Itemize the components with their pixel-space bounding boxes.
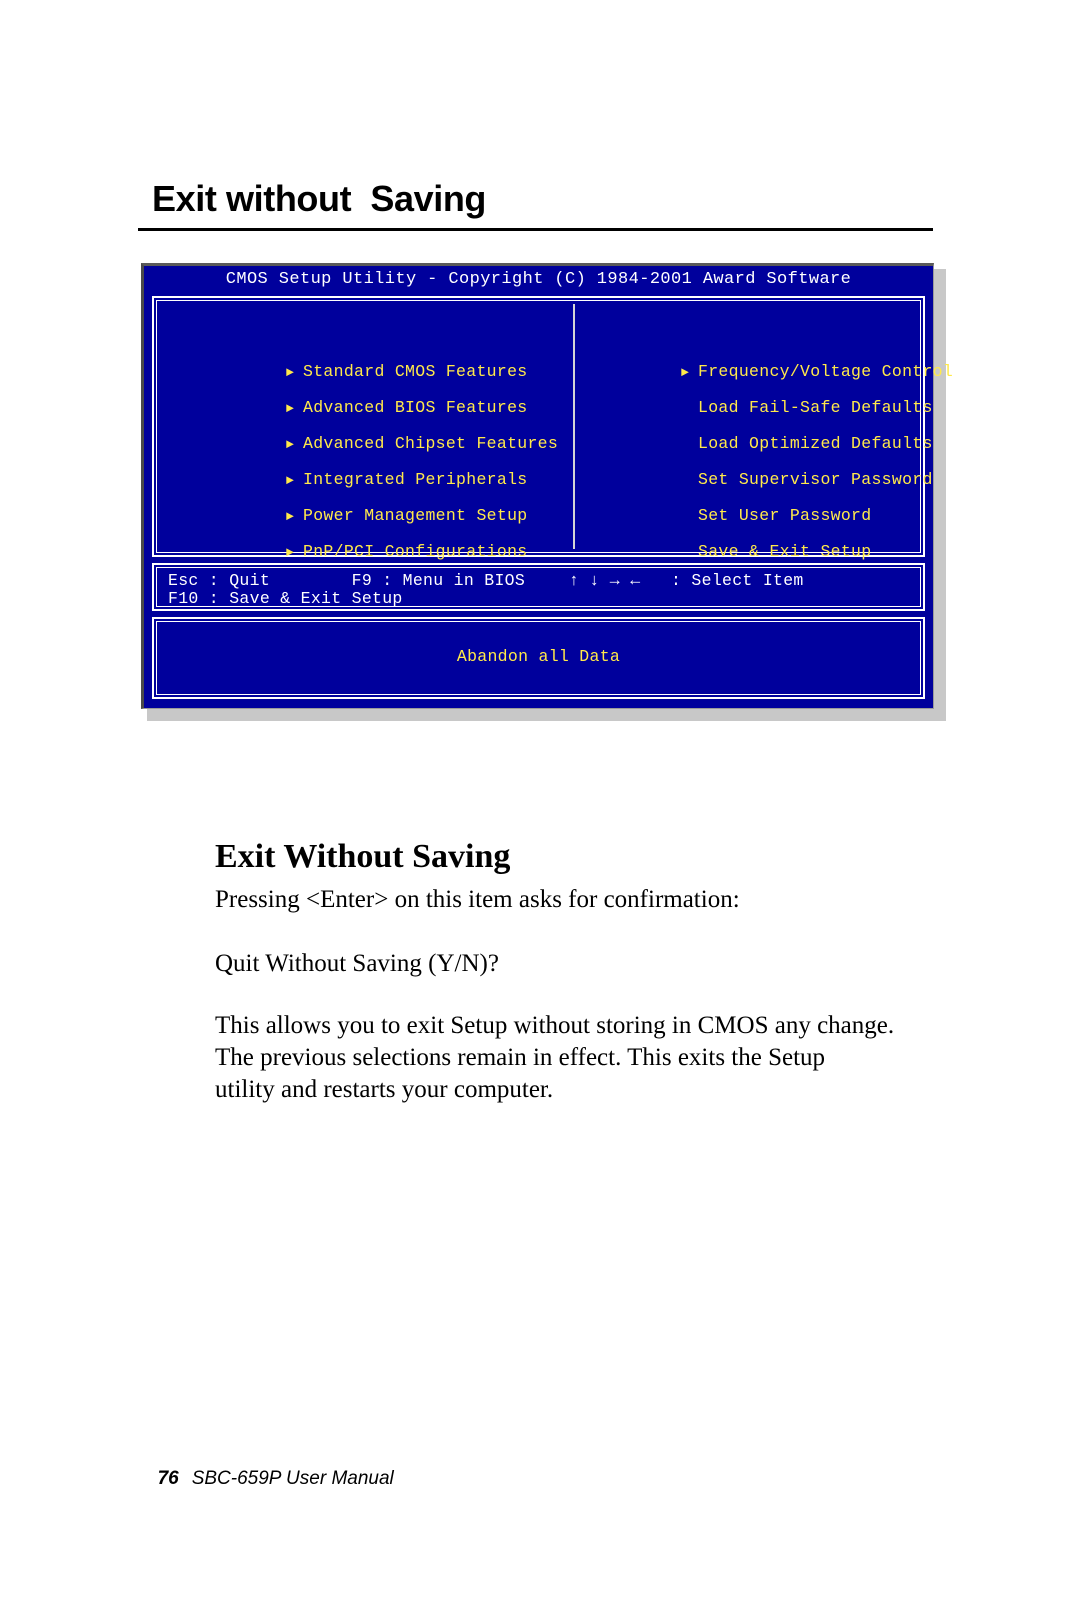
paragraph-quit-prompt: Quit Without Saving (Y/N)? xyxy=(215,950,499,977)
paragraph-description: This allows you to exit Setup without st… xyxy=(215,1012,895,1103)
help-line-select-item: ↑ ↓ → ← : Select Item xyxy=(569,571,804,590)
page-footer: 76 SBC-659P User Manual xyxy=(147,1446,394,1490)
menu-item-label: Load Optimized Defaults xyxy=(698,434,933,453)
bios-key-help-panel: Esc : Quit F9 : Menu in BIOS F10 : Save … xyxy=(152,563,925,611)
triangle-right-icon: ► xyxy=(286,437,295,452)
section-heading: Exit Without Saving xyxy=(215,838,511,875)
page-title: Exit without Saving xyxy=(152,178,487,219)
menu-item-label: Load Fail-Safe Defaults xyxy=(698,398,933,417)
help-line-quit-menu: Esc : Quit F9 : Menu in BIOS xyxy=(168,571,526,590)
menu-item-label: PnP/PCI Configurations xyxy=(303,542,528,561)
triangle-right-icon: ► xyxy=(286,365,295,380)
menu-item-label: Set Supervisor Password xyxy=(698,470,933,489)
bios-description-text: Abandon all Data xyxy=(456,647,621,666)
bullet-placeholder: ► xyxy=(681,427,698,463)
menu-item-label: Integrated Peripherals xyxy=(303,470,528,489)
menu-column-left: ► Standard CMOS Features ► Advanced BIOS F… xyxy=(184,318,564,597)
triangle-right-icon: ► xyxy=(286,401,295,416)
menu-item-label: Advanced BIOS Features xyxy=(303,398,528,417)
help-line-save-exit: F10 : Save & Exit Setup xyxy=(168,589,403,608)
menu-column-right: ►Frequency/Voltage Control ►Load Fail-Sa… xyxy=(579,318,953,600)
menu-item-label: Power Management Setup xyxy=(303,506,528,525)
menu-item-label: Standard CMOS Features xyxy=(303,362,528,381)
menu-item-label: Set User Password xyxy=(698,506,872,525)
bullet-placeholder: ► xyxy=(681,391,698,427)
bios-screen: CMOS Setup Utility - Copyright (C) 1984-… xyxy=(141,263,953,709)
menu-item-frequency-voltage-control[interactable]: ► Frequency/Voltage Control xyxy=(579,318,953,381)
footer-manual-title: SBC-659P User Manual xyxy=(191,1468,394,1489)
bios-description-panel: Abandon all Data xyxy=(152,617,925,699)
menu-item-standard-cmos-features[interactable]: ► Standard CMOS Features xyxy=(184,318,564,381)
triangle-right-icon: ► xyxy=(681,365,690,380)
column-divider xyxy=(573,304,575,549)
triangle-right-icon: ► xyxy=(286,473,295,488)
heading-divider xyxy=(138,228,933,231)
paragraph-pressing-enter: Pressing <Enter> on this item asks for c… xyxy=(215,886,740,913)
bios-screenshot-figure: CMOS Setup Utility - Copyright (C) 1984-… xyxy=(141,263,953,721)
triangle-right-icon: ► xyxy=(286,509,295,524)
menu-item-label: Save & Exit Setup xyxy=(698,542,872,561)
bios-title-bar: CMOS Setup Utility - Copyright (C) 1984-… xyxy=(225,270,852,289)
bios-main-menu-panel: ► Standard CMOS Features ► Advanced BIOS F… xyxy=(152,296,953,600)
bullet-placeholder: ► xyxy=(681,499,698,535)
menu-item-label: Frequency/Voltage Control xyxy=(698,362,954,381)
bullet-placeholder: ► xyxy=(681,463,698,499)
footer-page-number: 76 xyxy=(157,1468,179,1489)
menu-item-label: Advanced Chipset Features xyxy=(303,434,559,453)
